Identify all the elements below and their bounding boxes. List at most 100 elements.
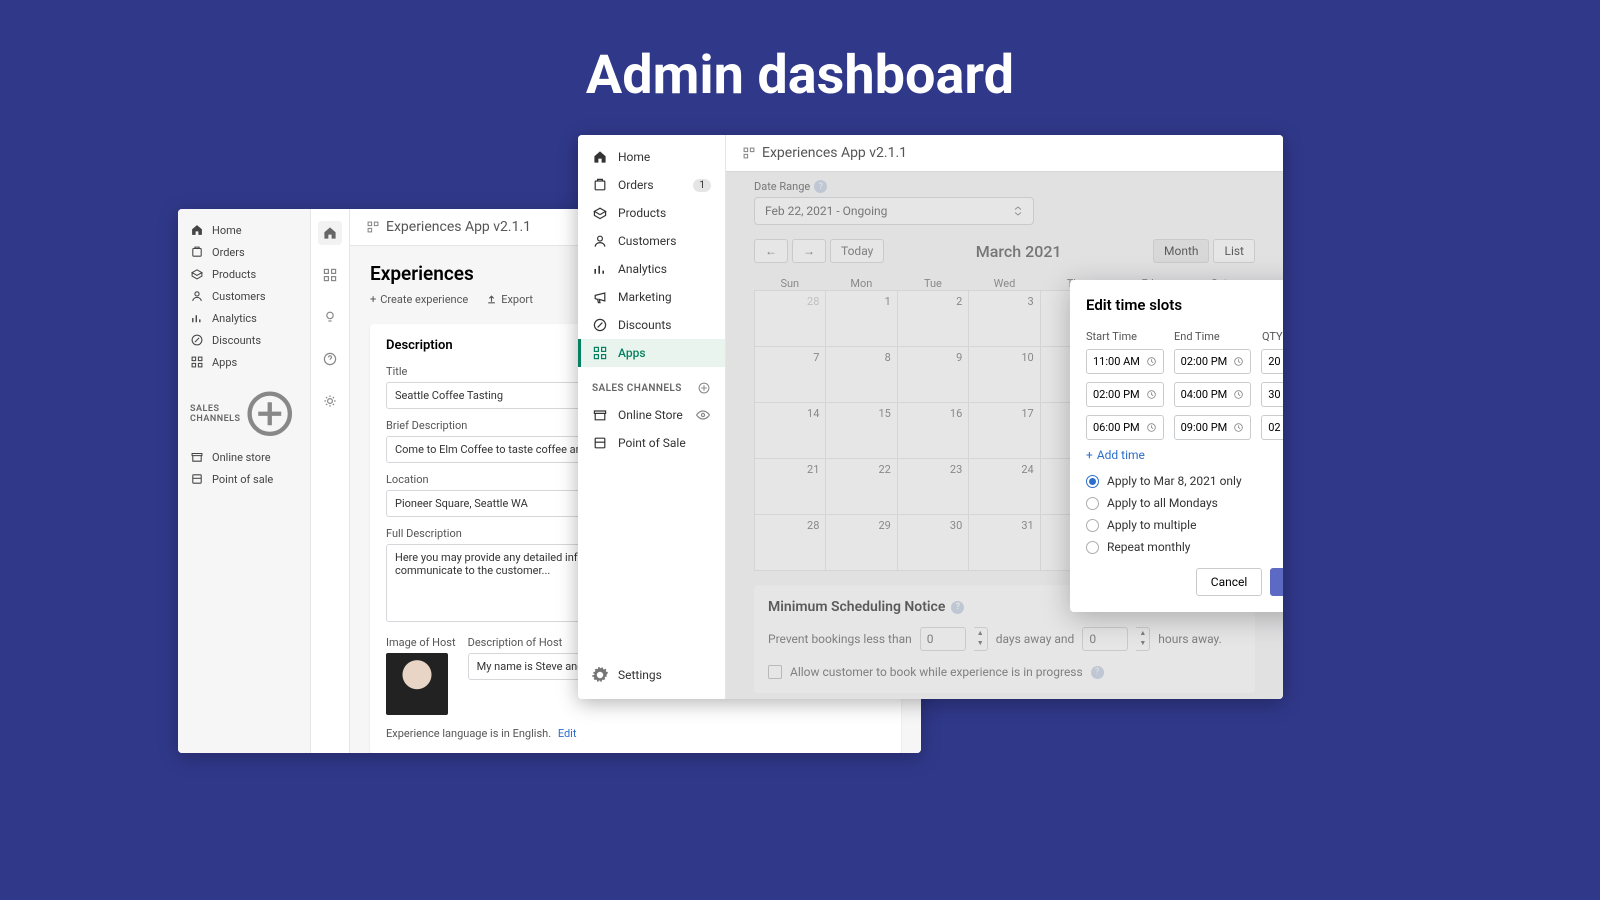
- cancel-button[interactable]: Cancel: [1196, 568, 1263, 596]
- calendar-day[interactable]: 29: [826, 515, 897, 571]
- days-stepper[interactable]: ▲▼: [974, 627, 988, 651]
- apply-option[interactable]: Repeat monthly: [1086, 540, 1283, 554]
- modal-title: Edit time slots: [1086, 296, 1283, 314]
- plus-circle-icon[interactable]: [697, 381, 711, 395]
- end-time-input[interactable]: 09:00 PM: [1174, 415, 1252, 440]
- sidebar-item-marketing[interactable]: Marketing: [578, 283, 725, 311]
- sidebar-item-online-store[interactable]: Online Store: [578, 401, 725, 429]
- calendar-day[interactable]: 28: [755, 291, 826, 347]
- calendar-day[interactable]: 28: [755, 515, 826, 571]
- qty-input[interactable]: 30▲▼: [1261, 382, 1283, 407]
- hours-input[interactable]: 0: [1082, 627, 1128, 651]
- clock-icon: [1146, 356, 1157, 367]
- cal-today-button[interactable]: Today: [830, 239, 884, 263]
- slot-columns-header: Start Time End Time QTY: [1086, 330, 1283, 343]
- start-time-input[interactable]: 06:00 PM: [1086, 415, 1164, 440]
- start-time-input[interactable]: 11:00 AM: [1086, 349, 1164, 374]
- dow-cell: Mon: [826, 277, 898, 290]
- sidebar-item-online-store[interactable]: Online store: [178, 446, 310, 468]
- rail-help-icon[interactable]: [318, 347, 342, 371]
- help-icon[interactable]: ?: [951, 601, 964, 614]
- rail-gear-icon[interactable]: [318, 389, 342, 413]
- discounts-icon: [190, 333, 204, 347]
- create-experience-button[interactable]: +Create experience: [370, 293, 468, 306]
- cal-prev-button[interactable]: ←: [754, 239, 788, 263]
- host-image[interactable]: [386, 653, 448, 715]
- help-icon[interactable]: ?: [1091, 666, 1104, 679]
- point-of-sale-icon: [190, 472, 204, 486]
- sidebar-item-home[interactable]: Home: [578, 143, 725, 171]
- cal-next-button[interactable]: →: [792, 239, 826, 263]
- app-icon: [366, 220, 380, 234]
- eye-icon[interactable]: [695, 407, 711, 423]
- right-topbar: Experiences App v2.1.1: [726, 135, 1283, 172]
- sidebar-item-customers[interactable]: Customers: [578, 227, 725, 255]
- allow-booking-checkbox-row[interactable]: Allow customer to book while experience …: [768, 665, 1241, 679]
- start-time-input[interactable]: 02:00 PM: [1086, 382, 1164, 407]
- checkbox-icon[interactable]: [768, 665, 782, 679]
- calendar-day[interactable]: 24: [969, 459, 1040, 515]
- add-time-button[interactable]: +Add time: [1086, 448, 1283, 462]
- customers-icon: [190, 289, 204, 303]
- time-slot-row: 06:00 PM 09:00 PM 02▲▼: [1086, 415, 1283, 440]
- end-time-input[interactable]: 02:00 PM: [1174, 349, 1252, 374]
- gear-icon: [592, 667, 608, 683]
- radio-icon[interactable]: [1086, 541, 1099, 554]
- radio-icon[interactable]: [1086, 475, 1099, 488]
- export-button[interactable]: Export: [486, 293, 533, 306]
- radio-icon[interactable]: [1086, 519, 1099, 532]
- calendar-day[interactable]: 17: [969, 403, 1040, 459]
- sidebar-item-discounts[interactable]: Discounts: [178, 329, 310, 351]
- save-button[interactable]: Save: [1270, 568, 1283, 596]
- sidebar-item-customers[interactable]: Customers: [178, 285, 310, 307]
- calendar-day[interactable]: 2: [898, 291, 969, 347]
- calendar-day[interactable]: 15: [826, 403, 897, 459]
- calendar-day[interactable]: 31: [969, 515, 1040, 571]
- apply-option[interactable]: Apply to Mar 8, 2021 only: [1086, 474, 1283, 488]
- calendar-day[interactable]: 3: [969, 291, 1040, 347]
- calendar-day[interactable]: 10: [969, 347, 1040, 403]
- calendar-day[interactable]: 30: [898, 515, 969, 571]
- sidebar-item-orders[interactable]: Orders1: [578, 171, 725, 199]
- sidebar-item-home[interactable]: Home: [178, 219, 310, 241]
- hero-title: Admin dashboard: [0, 0, 1600, 107]
- sidebar-item-analytics[interactable]: Analytics: [578, 255, 725, 283]
- sidebar-item-orders[interactable]: Orders: [178, 241, 310, 263]
- sidebar-item-analytics[interactable]: Analytics: [178, 307, 310, 329]
- rail-bulb-icon[interactable]: [318, 305, 342, 329]
- cal-view-month[interactable]: Month: [1153, 239, 1209, 263]
- qty-input[interactable]: 02▲▼: [1261, 415, 1283, 440]
- hours-stepper[interactable]: ▲▼: [1136, 627, 1150, 651]
- qty-input[interactable]: 20▲▼: [1261, 349, 1283, 374]
- end-time-input[interactable]: 04:00 PM: [1174, 382, 1252, 407]
- calendar-day[interactable]: 7: [755, 347, 826, 403]
- orders-icon: [190, 245, 204, 259]
- date-range-select[interactable]: Feb 22, 2021 - Ongoing: [754, 197, 1034, 225]
- calendar-day[interactable]: 1: [826, 291, 897, 347]
- plus-circle-icon[interactable]: [241, 385, 298, 442]
- calendar-day[interactable]: 8: [826, 347, 897, 403]
- sidebar-item-apps[interactable]: Apps: [178, 351, 310, 373]
- calendar-day[interactable]: 23: [898, 459, 969, 515]
- rail-grid-icon[interactable]: [318, 263, 342, 287]
- sidebar-item-apps[interactable]: Apps: [578, 339, 725, 367]
- calendar-day[interactable]: 9: [898, 347, 969, 403]
- sidebar-item-point-of-sale[interactable]: Point of sale: [178, 468, 310, 490]
- days-input[interactable]: 0: [920, 627, 966, 651]
- apply-option[interactable]: Apply to multiple: [1086, 518, 1283, 532]
- calendar-day[interactable]: 22: [826, 459, 897, 515]
- help-icon[interactable]: ?: [814, 180, 827, 193]
- calendar-day[interactable]: 16: [898, 403, 969, 459]
- cal-view-list[interactable]: List: [1213, 239, 1255, 263]
- apps-icon: [592, 345, 608, 361]
- apply-option[interactable]: Apply to all Mondays: [1086, 496, 1283, 510]
- radio-icon[interactable]: [1086, 497, 1099, 510]
- calendar-day[interactable]: 21: [755, 459, 826, 515]
- sidebar-item-point-of-sale[interactable]: Point of Sale: [578, 429, 725, 457]
- sidebar-item-products[interactable]: Products: [178, 263, 310, 285]
- sidebar-item-products[interactable]: Products: [578, 199, 725, 227]
- rail-home-icon[interactable]: [318, 221, 342, 245]
- sidebar-item-discounts[interactable]: Discounts: [578, 311, 725, 339]
- edit-language-link[interactable]: Edit: [558, 727, 577, 740]
- calendar-day[interactable]: 14: [755, 403, 826, 459]
